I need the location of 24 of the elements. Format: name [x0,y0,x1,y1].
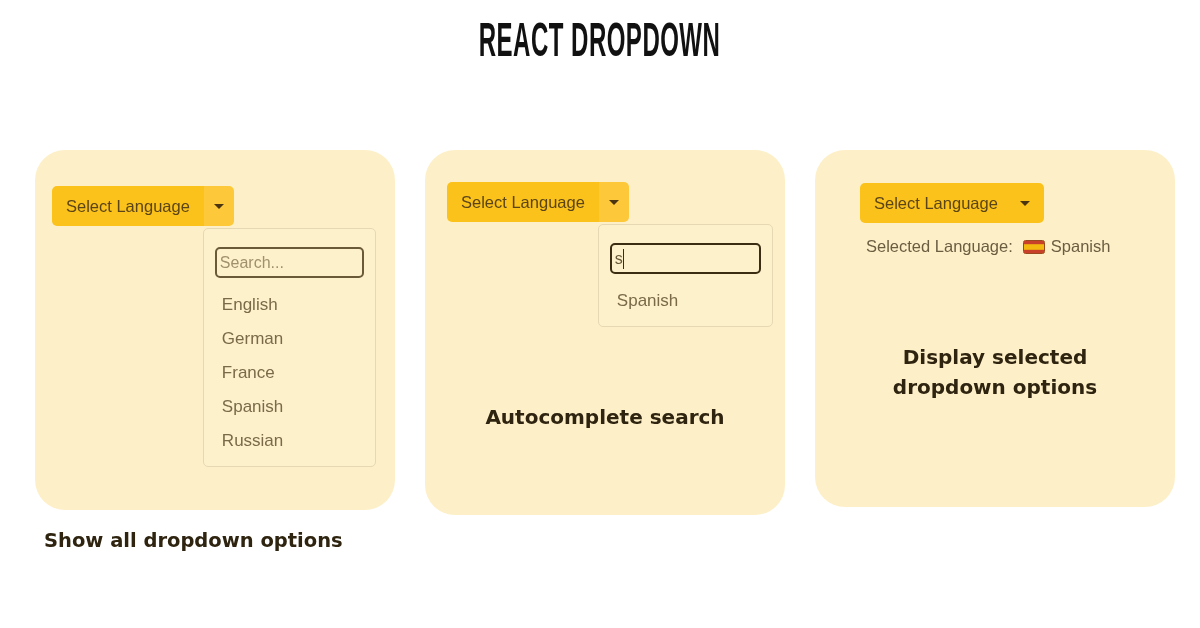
selected-language-value: Spanish [1050,237,1111,256]
caret-icon [608,199,619,205]
flag-icon [1022,239,1045,254]
selected-language-label: Selected Language: [866,237,1013,256]
dropdown-button[interactable]: Select Language [52,186,204,226]
text-cursor-icon [622,248,625,269]
dropdown-toggle[interactable] [598,182,629,222]
panel-caption: Display selected dropdown options [891,344,1099,401]
dropdown-button[interactable]: Select Language [447,182,599,222]
caret-icon [213,203,224,209]
search-field[interactable]: s [609,243,761,274]
panel-caption: Show all dropdown options [44,528,344,554]
menu-item[interactable]: Spanish [609,284,761,318]
search-field[interactable]: Search... [214,247,364,278]
menu-item[interactable]: France [214,356,364,390]
menu-item[interactable]: Russian [214,424,364,458]
menu-item[interactable]: Spanish [214,390,364,424]
menu-item[interactable]: German [214,322,364,356]
caret-icon [1019,200,1030,206]
dropdown-toggle[interactable] [203,186,234,226]
page-title: REACT DROPDOWN [479,15,721,64]
dropdown-button[interactable]: Select Language [860,183,1044,223]
panel-caption: Autocomplete search [485,404,725,431]
menu-item[interactable]: English [214,288,364,322]
